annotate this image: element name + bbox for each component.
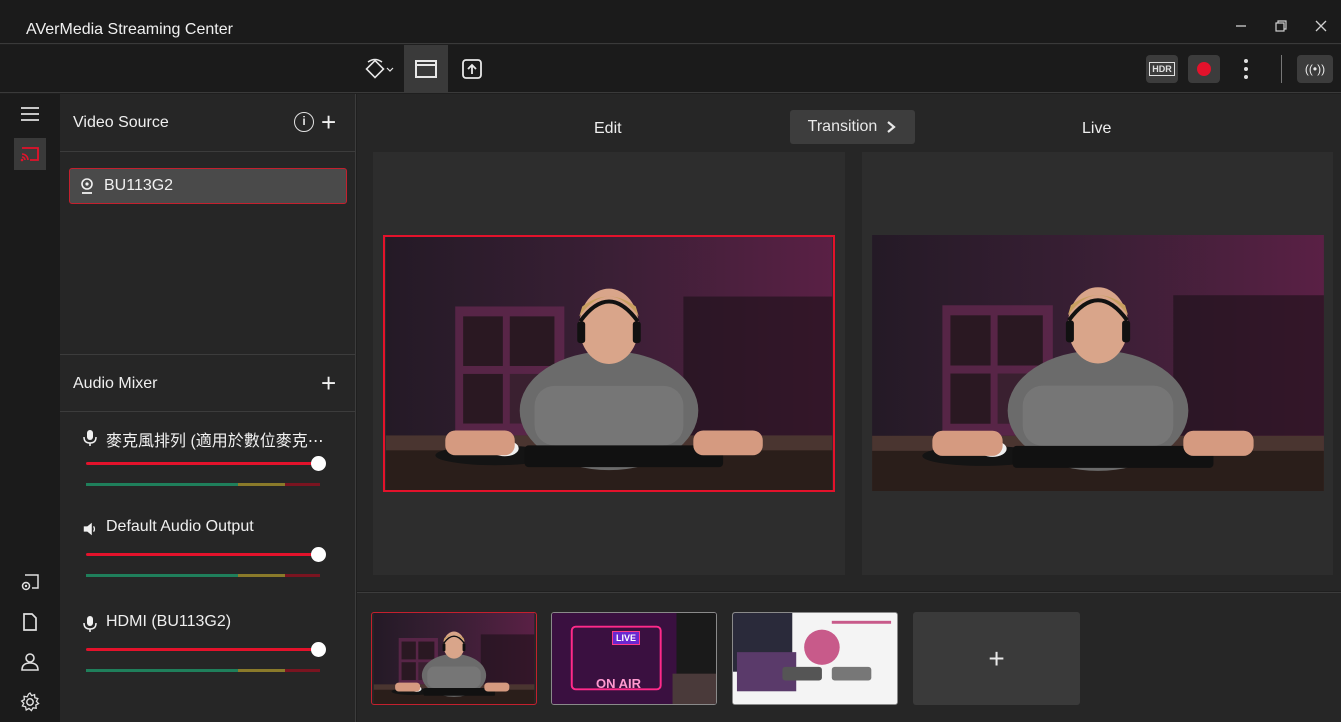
volume-slider[interactable] [86, 547, 326, 562]
volume-slider-thumb[interactable] [311, 456, 326, 471]
edit-label: Edit [594, 120, 622, 137]
audio-channel: 麥克風排列 (適用於數位麥克⋯ [60, 427, 356, 507]
edit-preview[interactable] [373, 152, 845, 575]
video-source-title: Video Source [73, 114, 169, 131]
device-settings-icon[interactable] [14, 566, 46, 598]
scene-thumbnail-gamer[interactable] [371, 612, 537, 705]
restore-icon[interactable] [1270, 18, 1292, 40]
source-panel: Video Source i + BU113G2 Audio Mixer + 麥… [60, 94, 356, 722]
record-icon [1197, 62, 1211, 76]
source-item-bu113g2[interactable]: BU113G2 [69, 168, 347, 204]
hdr-button[interactable]: HDR [1146, 55, 1178, 83]
scene-thumbnail-on-air[interactable]: LIVE ON AIR [551, 612, 717, 705]
title-bar: AVerMedia Streaming Center [0, 0, 1341, 44]
audio-mixer-header: Audio Mixer + [60, 354, 356, 412]
cast-icon[interactable] [14, 138, 46, 170]
scene-image [872, 235, 1324, 491]
audio-mixer-title: Audio Mixer [73, 375, 158, 392]
minimize-icon[interactable] [1230, 18, 1252, 40]
webcam-icon [81, 178, 93, 194]
transition-button[interactable]: Transition [790, 110, 915, 144]
volume-slider[interactable] [86, 642, 326, 657]
volume-slider[interactable] [86, 456, 326, 471]
toolbar-divider [1281, 55, 1282, 83]
edit-scene-frame[interactable] [383, 235, 835, 492]
audio-channel-name: 麥克風排列 (適用於數位麥克⋯ [106, 433, 324, 450]
scene-list: LIVE ON AIR + [357, 592, 1341, 722]
add-scene-label: + [988, 642, 1005, 674]
record-button[interactable] [1188, 55, 1220, 83]
settings-icon[interactable] [14, 686, 46, 718]
user-icon[interactable] [14, 646, 46, 678]
chevron-right-icon [887, 121, 897, 133]
hdr-icon: HDR [1149, 62, 1175, 76]
volume-slider-thumb[interactable] [311, 642, 326, 657]
audio-level-meter [86, 483, 320, 486]
audio-channel-name: HDMI (BU113G2) [106, 613, 232, 630]
rotate-icon[interactable] [358, 45, 402, 93]
microphone-icon [83, 430, 97, 446]
transition-label: Transition [807, 118, 878, 135]
volume-slider-thumb[interactable] [311, 547, 326, 562]
audio-channel-name: Default Audio Output [106, 518, 254, 535]
document-icon[interactable] [14, 606, 46, 638]
audio-channel: Default Audio Output [60, 518, 356, 598]
live-scene-frame [872, 235, 1324, 491]
info-icon[interactable]: i [294, 112, 314, 132]
scene-thumbnail-product[interactable] [732, 612, 898, 705]
live-badge: LIVE [612, 631, 641, 645]
toolbar: HDR ((•)) [0, 45, 1341, 93]
video-source-header: Video Source i + [60, 94, 356, 152]
close-icon[interactable] [1310, 18, 1332, 40]
window-layout-icon[interactable] [404, 45, 448, 93]
more-vertical-icon[interactable] [1238, 55, 1254, 83]
microphone-icon [83, 616, 97, 632]
live-preview [862, 152, 1333, 575]
scene-image [385, 237, 833, 490]
source-item-label: BU113G2 [104, 177, 174, 194]
speaker-icon [83, 522, 96, 536]
on-air-text: ON AIR [596, 676, 642, 691]
sidebar [0, 94, 60, 722]
product-image [733, 613, 897, 704]
menu-icon[interactable] [14, 98, 46, 130]
add-audio-button[interactable]: + [321, 370, 336, 396]
app-title: AVerMedia Streaming Center [26, 21, 233, 38]
broadcast-icon: ((•)) [1304, 62, 1326, 76]
audio-level-meter [86, 669, 320, 672]
go-live-button[interactable]: ((•)) [1297, 55, 1333, 83]
add-scene-button[interactable]: + [913, 612, 1080, 705]
audio-channel: HDMI (BU113G2) [60, 613, 356, 693]
scene-image [372, 613, 536, 704]
live-label: Live [1082, 120, 1112, 137]
add-source-button[interactable]: + [321, 109, 336, 135]
main-area: Edit Transition Live [357, 94, 1341, 591]
audio-level-meter [86, 574, 320, 577]
upload-icon[interactable] [450, 45, 494, 93]
